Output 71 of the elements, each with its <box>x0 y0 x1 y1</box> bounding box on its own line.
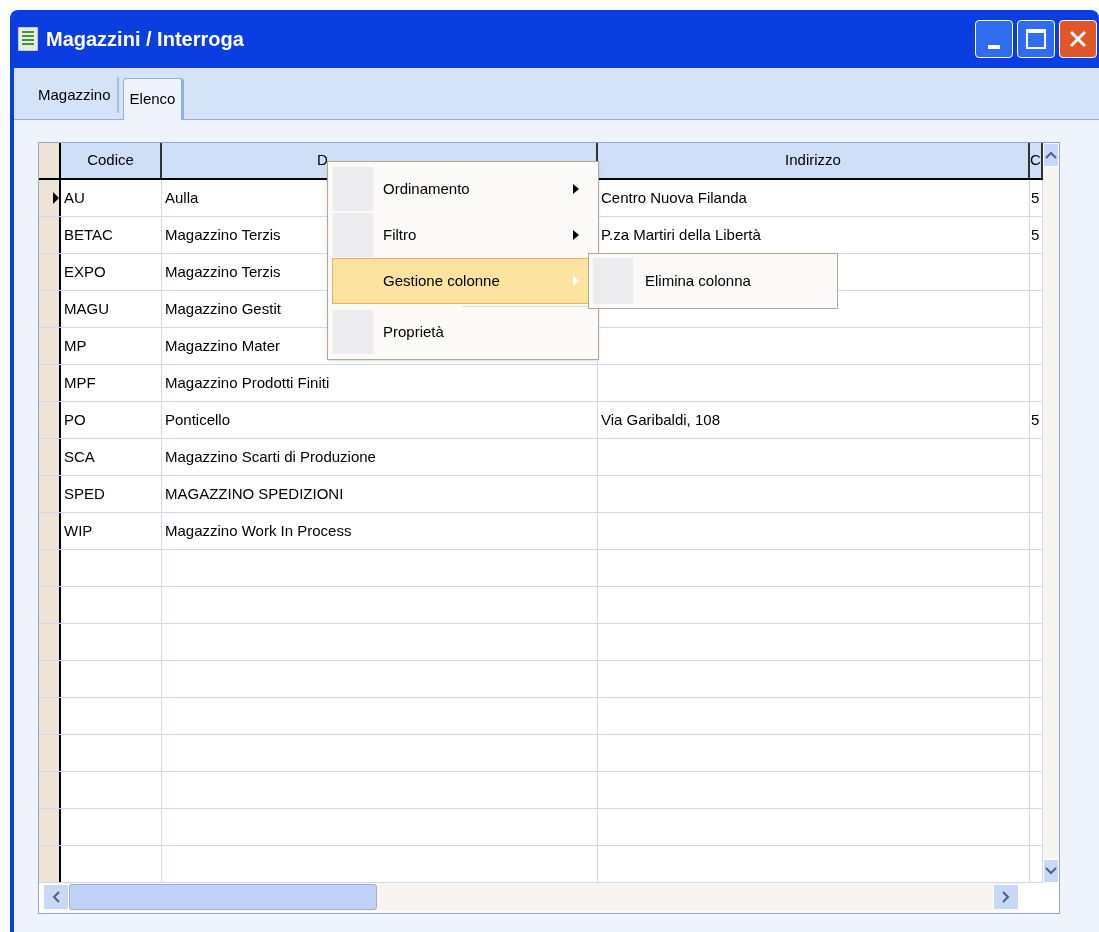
scroll-right-icon[interactable] <box>993 884 1019 910</box>
table-row[interactable]: MPF Magazzino Prodotti Finiti <box>39 365 1043 403</box>
window-title: Magazzini / Interroga <box>46 27 244 52</box>
document-icon <box>18 27 38 51</box>
row-selector[interactable] <box>39 698 61 735</box>
table-cell-text: MAGU <box>64 298 109 319</box>
tab[interactable]: Magazzino <box>32 77 119 113</box>
table-cell-text: PO <box>64 409 86 430</box>
row-selector[interactable] <box>39 254 61 291</box>
maximize-button[interactable] <box>1017 20 1055 58</box>
table-cell-text: 5 <box>1031 187 1040 208</box>
column-header[interactable]: Codice <box>61 143 162 179</box>
table-cell-text: SCA <box>64 446 95 467</box>
row-selector[interactable] <box>39 180 61 217</box>
row-selector[interactable] <box>39 365 61 402</box>
row-selector[interactable] <box>39 217 61 254</box>
table-cell-text: WIP <box>64 520 93 541</box>
scroll-up-icon[interactable] <box>1043 143 1059 167</box>
row-selector[interactable] <box>39 291 61 328</box>
table-cell-text: Magazzino Scarti di Produzione <box>165 446 376 467</box>
table-cell-text: Centro Nuova Filanda <box>601 187 747 208</box>
table-cell-text: BETAC <box>64 224 113 245</box>
table-cell-text: Aulla <box>165 187 199 208</box>
table-cell-text: Magazzino Terzis <box>165 224 281 245</box>
row-selector[interactable] <box>39 772 61 809</box>
table-cell-text: Magazzino Prodotti Finiti <box>165 372 330 393</box>
close-button[interactable] <box>1059 20 1097 58</box>
table-cell-text: MAGAZZINO SPEDIZIONI <box>165 483 344 504</box>
row-selector[interactable] <box>39 402 61 439</box>
table-row[interactable]: SCA Magazzino Scarti di Produzione <box>39 439 1043 477</box>
current-row-icon <box>53 192 59 205</box>
table-cell-text: Magazzino Work In Process <box>165 520 352 541</box>
menu-item[interactable]: Elimina colonna <box>593 258 833 304</box>
row-selector[interactable] <box>39 476 61 513</box>
row-selector[interactable] <box>39 735 61 772</box>
table-cell-text: 5 <box>1031 409 1040 430</box>
table-row[interactable]: SPED MAGAZZINO SPEDIZIONI <box>39 476 1043 514</box>
row-selector[interactable] <box>39 513 61 550</box>
scroll-left-icon[interactable] <box>43 884 69 910</box>
table-cell-text: Magazzino Mater <box>165 335 281 356</box>
row-selector[interactable] <box>39 661 61 698</box>
minimize-button[interactable] <box>975 20 1013 58</box>
row-selector[interactable] <box>39 846 61 883</box>
table-cell-text: P.za Martiri della Libertà <box>601 224 761 245</box>
row-selector[interactable] <box>39 439 61 476</box>
table-cell-text: Via Garibaldi, 108 <box>601 409 720 430</box>
scroll-down-icon[interactable] <box>1043 859 1059 883</box>
table-cell-text: MP <box>64 335 87 356</box>
table-cell-text: EXPO <box>64 261 106 282</box>
horizontal-scrollbar[interactable] <box>43 883 1019 911</box>
table-row[interactable]: WIP Magazzino Work In Process <box>39 513 1043 551</box>
menu-item[interactable]: Filtro <box>332 212 594 258</box>
menu-item[interactable]: Ordinamento <box>332 166 594 212</box>
table-cell-text: Magazzino Gestit <box>165 298 281 319</box>
table-cell-text: SPED <box>64 483 105 504</box>
row-selector[interactable] <box>39 809 61 846</box>
menu-item[interactable]: Proprietà <box>332 309 594 355</box>
close-icon <box>1068 29 1088 49</box>
tab[interactable]: Elenco <box>122 78 185 120</box>
table-cell-text: MPF <box>64 372 96 393</box>
row-selector[interactable] <box>39 550 61 587</box>
table-cell-text: 5 <box>1031 224 1040 245</box>
table-cell-text: Ponticello <box>165 409 231 430</box>
table-row[interactable]: PO Ponticello Via Garibaldi, 108 5 <box>39 402 1043 440</box>
table-cell-text: Magazzino Terzis <box>165 261 281 282</box>
row-selector[interactable] <box>39 624 61 661</box>
row-selector[interactable] <box>39 328 61 365</box>
vertical-scrollbar[interactable] <box>1043 143 1059 883</box>
row-selector[interactable] <box>39 587 61 624</box>
table-cell-text: AU <box>64 187 85 208</box>
scroll-thumb[interactable] <box>69 884 377 910</box>
